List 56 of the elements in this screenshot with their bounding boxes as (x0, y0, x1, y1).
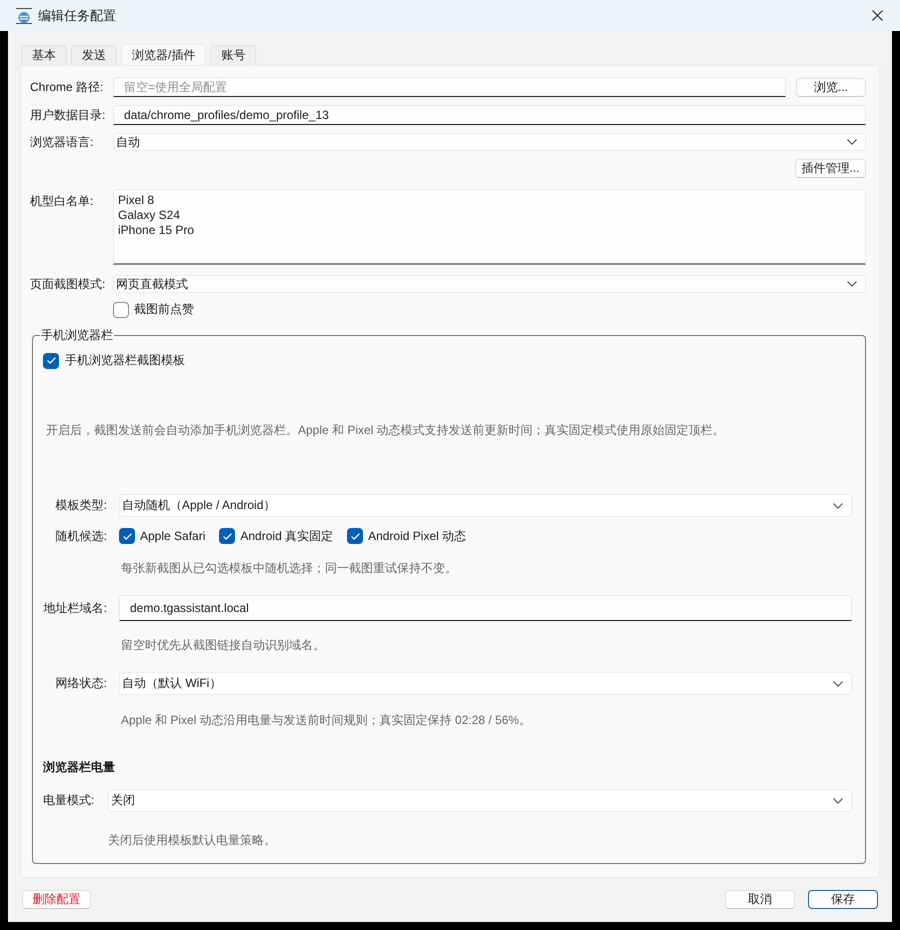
browse-button[interactable]: 浏览... (796, 78, 866, 96)
checkmark-icon (46, 357, 56, 364)
description-text: 开启后，截图发送前会自动添加手机浏览器栏。Apple 和 Pixel 动态模式支持发送前更新时间；真实固定模式使用原始固定顶栏。 (46, 422, 725, 438)
dropdown[interactable]: 关闭 (108, 789, 852, 812)
checkbox[interactable] (347, 528, 364, 544)
text-area[interactable]: Pixel 8 Galaxy S24 iPhone 15 Pro (113, 189, 866, 265)
hint-text: 每张新截图从已勾选模板中随机选择；同一截图重试保持不变。 (121, 560, 457, 576)
checkbox-label[interactable]: Android Pixel 动态 (368, 528, 466, 544)
group-title: 手机浏览器栏 (40, 328, 114, 342)
field-label: 用户数据目录: (30, 106, 106, 124)
field-label: 网络状态: (54, 675, 107, 692)
checkmark-icon (350, 532, 360, 540)
field-label: 机型白名单: (30, 193, 94, 210)
section-heading: 浏览器栏电量 (43, 759, 115, 775)
chevron-down-icon (847, 281, 857, 287)
tab[interactable]: 浏览器/插件 (121, 44, 206, 65)
checkbox-label[interactable]: 截图前点赞 (134, 301, 194, 318)
input-field[interactable]: data/chrome_profiles/demo_profile_13 (113, 105, 866, 125)
chevron-down-icon (847, 139, 857, 145)
checkbox-label[interactable]: 手机浏览器栏截图模板 (65, 352, 185, 369)
hint-text: 关闭后使用模板默认电量策略。 (108, 832, 276, 848)
checkbox[interactable] (219, 528, 236, 544)
checkbox[interactable] (119, 528, 135, 544)
dialog-button[interactable]: 保存 (808, 890, 878, 909)
input-field[interactable]: demo.tgassistant.local (119, 595, 852, 621)
delete-button[interactable]: 删除配置 (22, 890, 91, 909)
dropdown[interactable]: 自动随机（Apple / Android） (119, 494, 852, 517)
tab[interactable]: 发送 (71, 45, 117, 65)
field-label: 浏览器语言: (30, 134, 94, 150)
dropdown[interactable]: 自动（默认 WiFi） (119, 672, 852, 695)
checkbox-label[interactable]: Android 真实固定 (240, 528, 334, 544)
tab[interactable]: 账号 (210, 45, 256, 65)
dropdown[interactable]: 网页直截模式 (113, 275, 866, 293)
field-label: 电量模式: (43, 792, 96, 809)
dropdown[interactable]: 自动 (113, 133, 866, 151)
chevron-down-icon (833, 798, 843, 804)
hint-text: 留空时优先从截图链接自动识别域名。 (121, 637, 325, 653)
checkmark-icon (122, 532, 132, 540)
field-label: Chrome 路径: (30, 78, 104, 96)
dialog-button[interactable]: 取消 (725, 890, 795, 909)
app-icon (16, 8, 32, 24)
field-label: 随机候选: (54, 528, 107, 544)
manage-button[interactable]: 插件管理... (795, 159, 866, 178)
hint-text: Apple 和 Pixel 动态沿用电量与发送前时间规则；真实固定保持 02:28 / 56%。 (121, 712, 532, 728)
field-label: 页面截图模式: (30, 276, 106, 292)
checkbox-label[interactable]: Apple Safari (140, 529, 206, 543)
field-label: 地址栏域名: (43, 600, 107, 616)
chevron-down-icon (833, 680, 843, 686)
window-title: 编辑任务配置 (38, 6, 116, 24)
field-label: 模板类型: (54, 497, 107, 514)
checkmark-icon (222, 532, 232, 540)
checkbox[interactable] (113, 302, 129, 318)
checkbox[interactable] (43, 352, 59, 368)
tab[interactable]: 基本 (21, 45, 67, 65)
close-icon (872, 10, 882, 21)
chevron-down-icon (833, 502, 843, 508)
